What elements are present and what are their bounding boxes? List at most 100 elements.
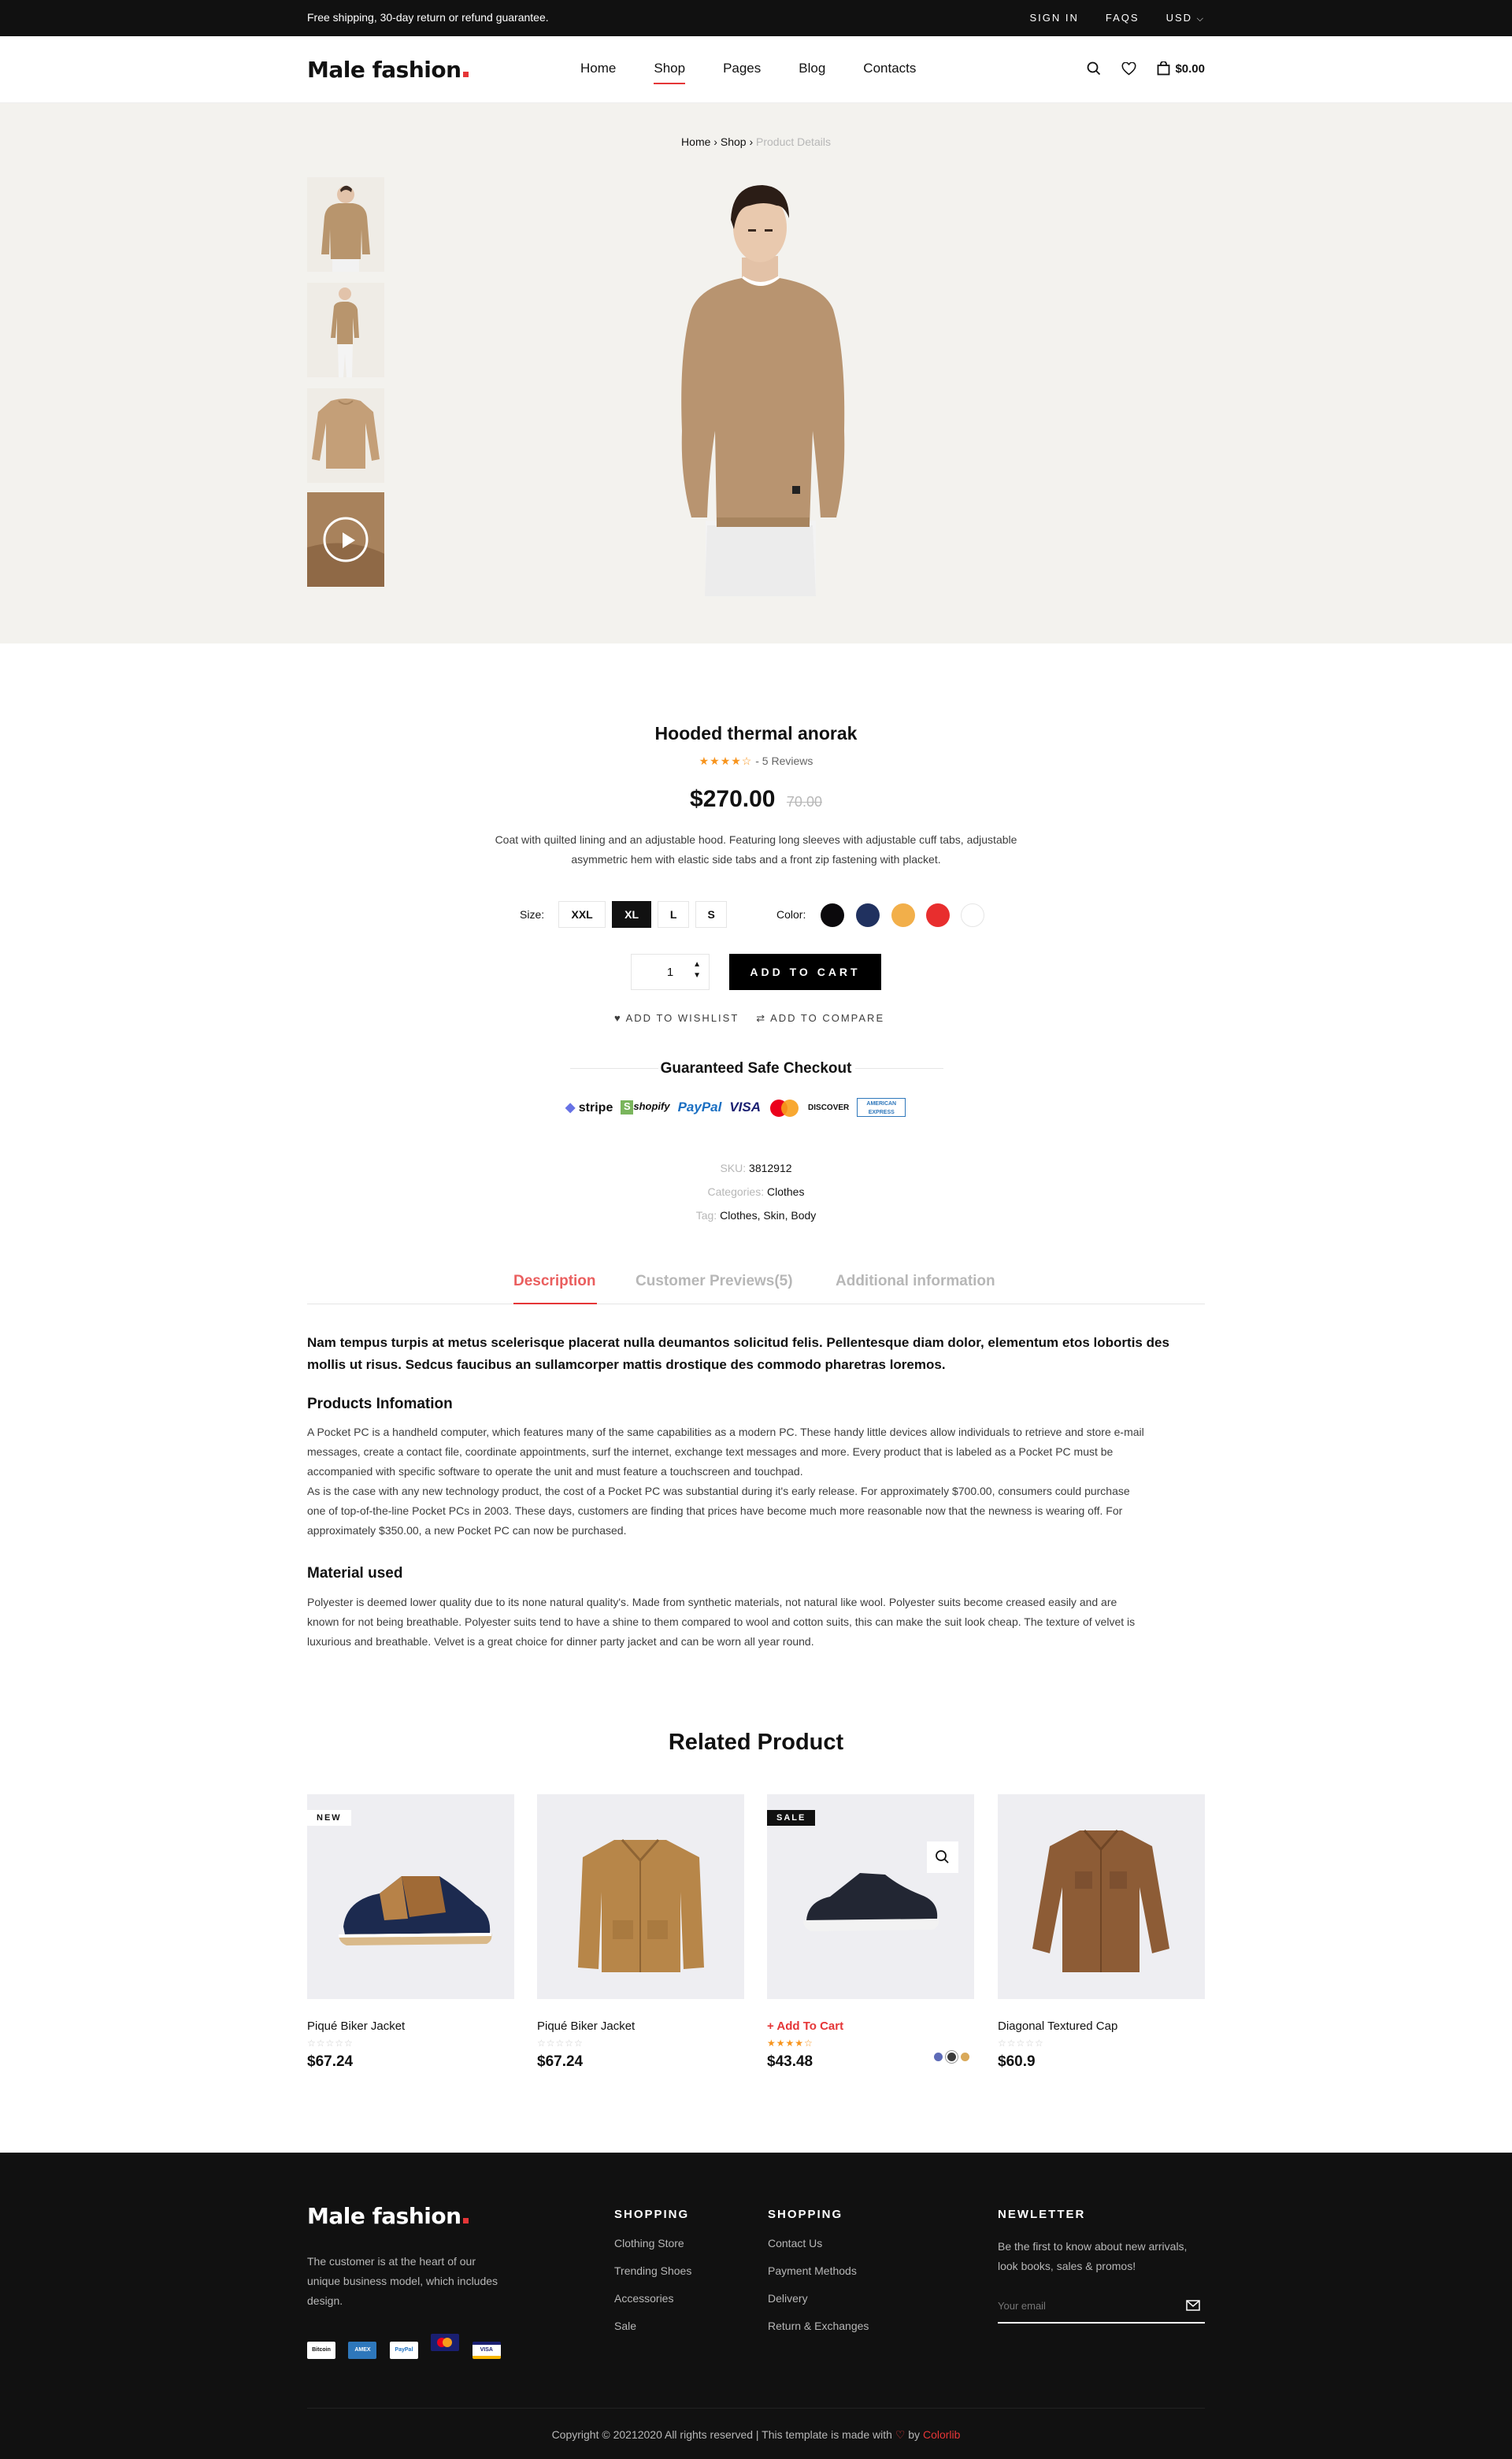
thumbnail-video[interactable]	[307, 492, 384, 587]
amex-card-icon: AMEX	[348, 2342, 377, 2359]
color-swatch-black[interactable]	[821, 903, 844, 927]
bitcoin-card-icon: Bitcoin	[307, 2342, 335, 2359]
search-icon[interactable]	[927, 1841, 958, 1873]
color-swatch-navy[interactable]	[856, 903, 880, 927]
info-line: accompanied with specific software to op…	[307, 1465, 803, 1478]
add-to-wishlist-link[interactable]: ♥ ADD TO WISHLIST	[614, 1012, 739, 1025]
logo[interactable]: Male fashion	[307, 57, 469, 83]
products-information-title: Products Infomation	[307, 1396, 453, 1412]
product-gallery: Home › Shop › Product Details	[0, 103, 1512, 643]
breadcrumb-home[interactable]: Home	[681, 135, 710, 148]
nav-shop[interactable]: Shop	[654, 61, 685, 84]
logo-dot	[462, 72, 469, 77]
cart-total: $0.00	[1175, 61, 1205, 76]
size-label: Size:	[520, 908, 545, 921]
product-name[interactable]: Diagonal Textured Cap	[998, 2019, 1205, 2033]
play-icon[interactable]	[337, 530, 358, 551]
footer-link[interactable]: Payment Methods	[768, 2264, 869, 2277]
sign-in-link[interactable]: SIGN IN	[1029, 12, 1078, 24]
product-price: $67.24	[537, 2053, 584, 2070]
footer-column-1: SHOPPING Clothing Store Trending Shoes A…	[614, 2208, 691, 2347]
currency-dropdown[interactable]: USD ⌵	[1166, 12, 1205, 24]
product-card-image	[998, 1794, 1205, 1999]
color-swatch-orange[interactable]	[891, 903, 915, 927]
newsletter-form	[998, 2294, 1205, 2324]
by-text: by	[908, 2428, 921, 2441]
color-option[interactable]	[945, 2050, 958, 2064]
footer-link[interactable]: Sale	[614, 2320, 691, 2332]
lead-line: mollis ut risus. Sedcus faucibus an sull…	[307, 1357, 946, 1372]
add-to-cart-button[interactable]: ADD TO CART	[729, 954, 881, 990]
search-icon[interactable]	[1087, 61, 1101, 76]
nav-home[interactable]: Home	[580, 61, 616, 76]
product-card[interactable]: NEW Piqué Biker Jacket ☆☆☆☆☆ $67.24	[307, 1794, 514, 2071]
colorlib-link[interactable]: Colorlib	[923, 2428, 960, 2441]
size-option-s[interactable]: S	[695, 901, 728, 928]
color-swatch-white[interactable]	[961, 903, 984, 927]
about-line: design.	[307, 2294, 343, 2307]
thumbnail-1[interactable]	[307, 177, 384, 272]
newsletter-text: Be the first to know about new arrivals,…	[998, 2237, 1205, 2276]
thumbnail-3[interactable]	[307, 388, 384, 483]
header-icons: $0.00	[1087, 61, 1205, 76]
thumbnail-2[interactable]	[307, 283, 384, 377]
footer-link[interactable]: Trending Shoes	[614, 2264, 691, 2277]
tab-additional-information[interactable]: Additional information	[836, 1273, 995, 1290]
footer-link[interactable]: Clothing Store	[614, 2237, 691, 2249]
faqs-link[interactable]: FAQS	[1106, 12, 1140, 24]
cart-button[interactable]: $0.00	[1157, 61, 1205, 76]
size-option-l[interactable]: L	[658, 901, 690, 928]
compare-label: ADD TO COMPARE	[770, 1012, 885, 1024]
tab-customer-previews[interactable]: Customer Previews(5)	[636, 1273, 793, 1290]
description-lead: Nam tempus turpis at metus scelerisque p…	[307, 1332, 1205, 1376]
nav-blog[interactable]: Blog	[799, 61, 825, 76]
payment-logos: ◆ stripe Sshopify PayPal VISA DISCOVER A…	[565, 1096, 906, 1118]
color-option[interactable]	[961, 2053, 969, 2061]
tab-description[interactable]: Description	[513, 1273, 596, 1290]
add-to-cart-link[interactable]: + Add To Cart	[767, 2019, 974, 2033]
sale-badge: SALE	[767, 1810, 816, 1826]
footer-link[interactable]: Contact Us	[768, 2237, 869, 2249]
description-line: asymmetric hem with elastic side tabs an…	[571, 853, 941, 866]
footer-link[interactable]: Accessories	[614, 2292, 691, 2305]
tags-value[interactable]: Clothes, Skin, Body	[720, 1209, 816, 1222]
shipping-message: Free shipping, 30-day return or refund g…	[307, 11, 549, 24]
main-product-image	[606, 171, 906, 596]
footer-logo[interactable]: Male fashion	[307, 2203, 469, 2229]
color-swatch-red[interactable]	[926, 903, 950, 927]
footer-link[interactable]: Delivery	[768, 2292, 869, 2305]
rating-stars: ☆☆☆☆☆	[998, 2038, 1044, 2049]
product-card[interactable]: Diagonal Textured Cap ☆☆☆☆☆ $60.9	[998, 1794, 1205, 2071]
chevron-right-icon: ›	[749, 135, 757, 148]
breadcrumb-shop[interactable]: Shop	[721, 135, 747, 148]
reviews-count[interactable]: - 5 Reviews	[755, 755, 813, 767]
footer-link[interactable]: Return & Exchanges	[768, 2320, 869, 2332]
size-option-xl[interactable]: XL	[612, 901, 652, 928]
envelope-icon[interactable]	[1186, 2300, 1200, 2315]
categories-value[interactable]: Clothes	[767, 1185, 804, 1198]
material-used-text: Polyester is deemed lower quality due to…	[307, 1593, 1205, 1652]
size-option-xxl[interactable]: XXL	[558, 901, 606, 928]
newsletter: NEWLETTER Be the first to know about new…	[998, 2208, 1205, 2324]
heart-icon[interactable]	[1121, 61, 1136, 76]
nav-pages[interactable]: Pages	[723, 61, 761, 76]
color-option[interactable]	[934, 2053, 943, 2061]
product-name[interactable]: Piqué Biker Jacket	[537, 2019, 744, 2033]
add-to-compare-link[interactable]: ⇄ ADD TO COMPARE	[756, 1012, 884, 1025]
paypal-logo: PayPal	[677, 1100, 722, 1115]
product-name[interactable]: Piqué Biker Jacket	[307, 2019, 514, 2033]
email-input[interactable]	[998, 2294, 1171, 2317]
heart-icon: ♥	[614, 1012, 622, 1024]
chevron-right-icon: ›	[713, 135, 721, 148]
quantity-stepper[interactable]: 1 ▲ ▼	[631, 954, 710, 990]
footer-payment-cards: Bitcoin AMEX PayPal VISA	[307, 2334, 510, 2359]
hover-action-bar	[927, 1870, 958, 1873]
nav-contacts[interactable]: Contacts	[863, 61, 916, 76]
rating-stars: ☆☆☆☆☆	[307, 2038, 354, 2049]
quantity-arrows-icon[interactable]: ▲ ▼	[693, 959, 701, 981]
mastercard-logo	[769, 1098, 800, 1117]
color-options	[934, 2050, 969, 2064]
product-card[interactable]: SALE + Add To Cart ★★★★☆ $43.48	[767, 1794, 974, 2071]
heart-icon: ♡	[895, 2428, 906, 2441]
product-card[interactable]: Piqué Biker Jacket ☆☆☆☆☆ $67.24	[537, 1794, 744, 2071]
